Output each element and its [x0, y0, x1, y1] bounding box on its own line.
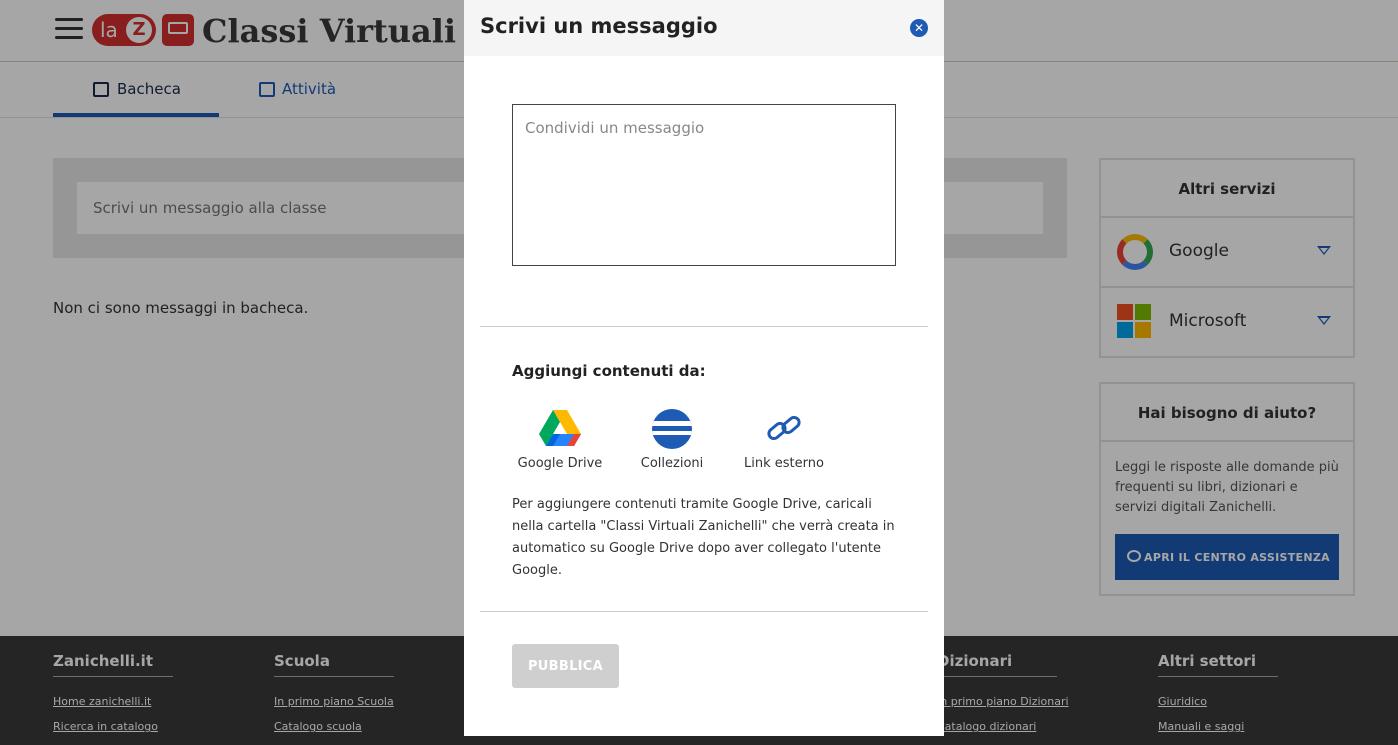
close-icon[interactable]: ✕ [910, 19, 928, 37]
source-label: Google Drive [517, 456, 603, 471]
source-collections[interactable]: Collezioni [622, 408, 722, 471]
source-external-link[interactable]: Link esterno [734, 408, 834, 471]
google-drive-icon [539, 410, 581, 446]
divider [480, 326, 928, 327]
collections-icon [652, 409, 692, 449]
source-google-drive[interactable]: Google Drive [510, 408, 610, 471]
publish-button[interactable]: PUBBLICA [512, 644, 619, 688]
dialog-header: Scrivi un messaggio ✕ [464, 0, 944, 56]
write-message-dialog: Scrivi un messaggio ✕ Aggiungi contenuti… [464, 0, 944, 736]
add-content-label: Aggiungi contenuti da: [512, 362, 706, 380]
link-icon [767, 415, 801, 441]
dialog-title: Scrivi un messaggio [480, 14, 718, 38]
google-drive-info: Per aggiungere contenuti tramite Google … [512, 497, 895, 578]
source-label: Collezioni [640, 456, 704, 471]
message-textarea[interactable] [512, 104, 896, 266]
divider [480, 611, 928, 612]
source-label: Link esterno [744, 456, 824, 471]
